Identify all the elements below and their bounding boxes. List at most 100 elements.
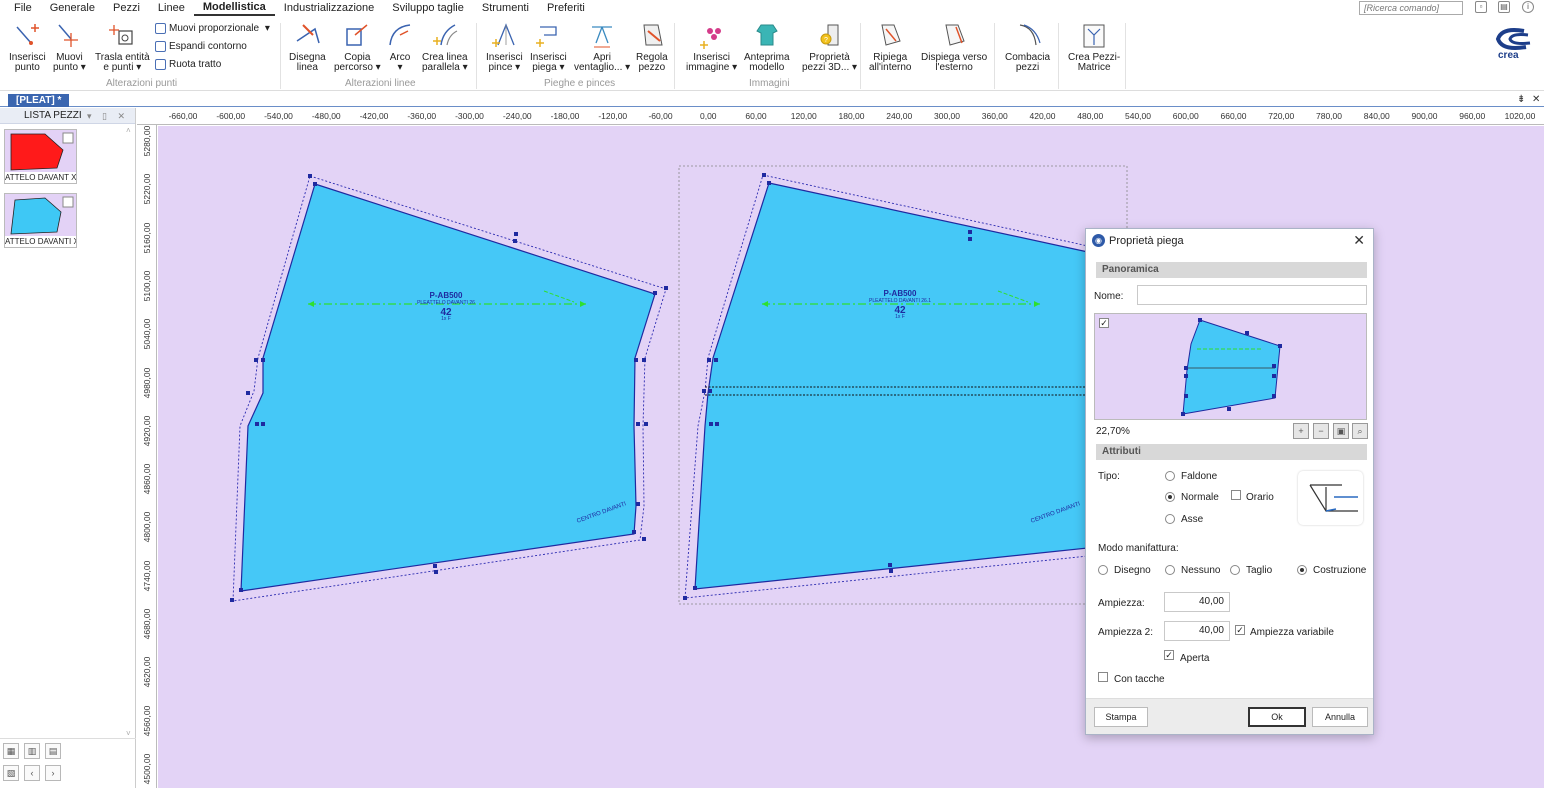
menu-linee[interactable]: Linee	[149, 1, 194, 15]
move-entities-button[interactable]: Trasla entità e punti ▾	[95, 21, 150, 73]
adjust-piece-button[interactable]: Regola pezzo	[636, 21, 668, 73]
ribbon-separator	[476, 23, 477, 89]
move-proportional-button[interactable]: Muovi proporzionale ▾	[155, 23, 270, 34]
insert-image-button[interactable]: Inserisci immagine ▾	[686, 21, 737, 73]
ribbon-separator	[994, 23, 995, 89]
shirt-icon	[756, 24, 778, 46]
notches-checkbox[interactable]	[1098, 672, 1108, 682]
manufacture-radio-nessuno[interactable]	[1165, 565, 1175, 575]
dialog-footer: Stampa Ok Annulla	[1086, 698, 1373, 734]
match-pieces-icon	[1019, 24, 1041, 46]
piece-name: PLEATTELO DAVANTI 26	[417, 300, 475, 306]
ruler-tick-label: 960,00	[1459, 111, 1486, 121]
app-icon: ◉	[1092, 234, 1105, 247]
rotate-segment-button[interactable]: Ruota tratto	[155, 59, 221, 70]
open-checkbox[interactable]: ✓	[1164, 650, 1174, 660]
chevron-right-icon[interactable]: ›	[45, 765, 61, 781]
type-radio-faldone[interactable]	[1165, 471, 1175, 481]
move-point-button[interactable]: Muovi punto ▾	[53, 21, 86, 73]
props-3d-button[interactable]: ? Proprietà pezzi 3D... ▾	[802, 21, 857, 73]
manufacture-label: Modo manifattura:	[1098, 543, 1179, 554]
draw-line-button[interactable]: Disegna linea	[289, 21, 326, 73]
menu-generale[interactable]: Generale	[41, 1, 104, 15]
match-pieces-button[interactable]: Combacia pezzi	[1005, 21, 1050, 73]
sort-icon[interactable]: ▧	[3, 765, 19, 781]
pattern-piece	[694, 182, 1089, 590]
menu-file[interactable]: File	[0, 1, 41, 15]
list-view-icon[interactable]: ▥	[24, 743, 40, 759]
command-search-input[interactable]: [Ricerca comando]	[1359, 1, 1463, 15]
zoom-out-icon[interactable]: −	[1313, 423, 1329, 439]
window-icon[interactable]: ▫	[1475, 1, 1487, 13]
arc-button[interactable]: Arco ▾	[386, 21, 414, 73]
manufacture-radio-costruzione[interactable]	[1297, 565, 1307, 575]
close-icon[interactable]: ✕	[1353, 232, 1365, 249]
zoom-in-icon[interactable]: +	[1293, 423, 1309, 439]
clockwise-checkbox[interactable]	[1231, 490, 1241, 500]
dialog-title-bar[interactable]: ◉ Proprietà piega ✕	[1086, 229, 1373, 253]
ruler-tick-label: 1020,00	[1504, 111, 1536, 121]
create-matrix-icon	[1083, 24, 1105, 48]
manufacture-radio-disegno[interactable]	[1098, 565, 1108, 575]
type-radio-asse[interactable]	[1165, 514, 1175, 524]
zoom-window-icon[interactable]: ⌕	[1352, 423, 1368, 439]
menu-modellistica[interactable]: Modellistica	[193, 0, 275, 16]
preview-checkbox[interactable]: ✓	[1099, 318, 1109, 328]
fold-inside-button[interactable]: Ripiega all'interno	[869, 21, 912, 73]
parallel-line-icon	[432, 24, 458, 46]
print-button[interactable]: Stampa	[1094, 707, 1148, 727]
insert-pleat-icon	[536, 26, 557, 47]
ruler-tick-label: 4500,00	[142, 753, 152, 785]
menu-sviluppo-taglie[interactable]: Sviluppo taglie	[383, 1, 473, 15]
section-overview: Panoramica	[1096, 262, 1367, 278]
create-matrix-button[interactable]: Crea Pezzi- Matrice	[1068, 21, 1120, 73]
type-radio-normale[interactable]	[1165, 492, 1175, 502]
piece-thumbnail[interactable]: ATTELO DAVANTI X1	[4, 193, 77, 248]
expand-outline-button[interactable]: Espandi contorno	[155, 41, 247, 52]
ruler-tick-label: -420,00	[359, 111, 389, 121]
piece-shape	[10, 196, 74, 235]
draw-line-icon	[296, 24, 321, 44]
ok-button[interactable]: Ok	[1248, 707, 1306, 727]
ruler-tick-label: 5280,00	[142, 125, 152, 157]
close-icon[interactable]: ✕	[1532, 94, 1540, 105]
chevron-left-icon[interactable]: ‹	[24, 765, 40, 781]
insert-pleat-button[interactable]: Inserisci piega ▾	[530, 21, 567, 73]
grid-view-icon[interactable]: ▦	[3, 743, 19, 759]
preview-model-button[interactable]: Anteprima modello	[744, 21, 790, 73]
panel-controls[interactable]: ▾ ▯ ✕	[87, 108, 129, 124]
insert-point-button[interactable]: Inserisci punto	[9, 21, 46, 73]
menu-strumenti[interactable]: Strumenti	[473, 1, 538, 15]
document-tab[interactable]: [PLEAT] *	[8, 94, 70, 107]
variable-width-checkbox[interactable]: ✓	[1235, 625, 1245, 635]
tab-list-icon[interactable]: ⇟	[1517, 94, 1525, 105]
detail-view-icon[interactable]: ▤	[45, 743, 61, 759]
open-fan-button[interactable]: Apri ventaglio... ▾	[574, 21, 630, 73]
ribbon-separator	[860, 23, 861, 89]
notches-label: Con tacche	[1114, 674, 1165, 685]
props-3d-icon: ?	[820, 24, 839, 46]
fold-inside-icon	[881, 24, 901, 46]
menu-pezzi[interactable]: Pezzi	[104, 1, 149, 15]
unfold-outside-button[interactable]: Dispiega verso l'esterno	[921, 21, 987, 73]
info-icon[interactable]: i	[1522, 1, 1534, 13]
width-field[interactable]: 40,00	[1164, 592, 1230, 612]
panel-scrollbar[interactable]: ˄ ˅	[124, 126, 134, 738]
zoom-fit-icon[interactable]: ▣	[1333, 423, 1349, 439]
move-entities-icon	[109, 25, 133, 45]
menu-preferiti[interactable]: Preferiti	[538, 1, 594, 15]
width2-field[interactable]: 40,00	[1164, 621, 1230, 641]
copy-path-button[interactable]: Copia percorso ▾	[334, 21, 381, 73]
manufacture-radio-taglio[interactable]	[1230, 565, 1240, 575]
menu-industrializzazione[interactable]: Industrializzazione	[275, 1, 384, 15]
pleat-preview[interactable]: ✓	[1094, 313, 1367, 420]
layout-icon[interactable]: ▤	[1498, 1, 1510, 13]
svg-text:crea: crea	[1498, 50, 1519, 61]
cancel-button[interactable]: Annulla	[1312, 707, 1368, 727]
ruler-tick-label: 780,00	[1316, 111, 1342, 121]
insert-dart-button[interactable]: Inserisci pince ▾	[486, 21, 523, 73]
parallel-line-button[interactable]: Crea linea parallela ▾	[422, 21, 468, 73]
piece-thumbnail[interactable]: ATTELO DAVANT X1	[4, 129, 77, 184]
ruler-tick-label: 0,00	[699, 111, 717, 121]
name-field[interactable]	[1137, 285, 1367, 305]
